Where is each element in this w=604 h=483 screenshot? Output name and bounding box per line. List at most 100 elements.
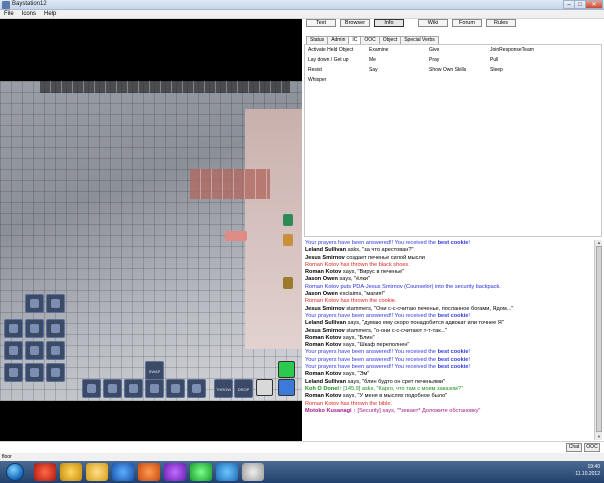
chat-message-part: stammers, "о-они с-с-считают т-т-так..." (344, 327, 448, 334)
station-object[interactable] (225, 231, 247, 241)
chat-message: Roman Kotov says, "Шкаф переполнен" (305, 342, 594, 349)
station-wall-row (40, 81, 290, 93)
chat-scrollbar[interactable]: ▲ ▼ (594, 240, 602, 440)
hud-health-icon[interactable] (278, 379, 295, 396)
chat-message-part: exclaims, "магия!" (337, 291, 386, 298)
chat-message: Your prayers have been answered!! You re… (305, 357, 594, 364)
byond-icon[interactable] (242, 463, 264, 481)
stat-tab-status[interactable]: Status (306, 36, 329, 44)
chat-message-part: says, "ёлки" (337, 276, 371, 283)
chat-mode-button[interactable]: Chat (566, 443, 582, 452)
file-explorer-icon[interactable] (86, 463, 108, 481)
verb-panel: Activate Held Object Examine Give JoinRe… (304, 44, 602, 237)
chat-message-part: Roman Kotov has thrown the bible. (305, 400, 393, 407)
hud-slot-suit[interactable] (46, 319, 65, 338)
chat-message-part: Roman Kotov (305, 269, 342, 276)
utorrent-icon[interactable] (190, 463, 212, 481)
ooc-mode-button[interactable]: OOC (584, 443, 600, 452)
scroll-thumb[interactable] (596, 246, 602, 432)
menu-file[interactable]: File (0, 10, 18, 18)
chat-message: Roman Kotov puts PDA-Jesus Smirnov (Coun… (305, 284, 594, 291)
chat-log[interactable]: Your prayers have been answered!! You re… (304, 240, 594, 440)
verb-examine[interactable]: Examine (369, 47, 388, 53)
hud-intent-button[interactable] (187, 379, 206, 398)
chat-message-part: ! (468, 356, 470, 363)
hud-slot-ears[interactable] (46, 294, 65, 313)
verb-pray[interactable]: Pray (429, 57, 439, 63)
hud-slot-left-hand[interactable] (166, 379, 185, 398)
hud-slot-pocket[interactable] (103, 379, 122, 398)
hud-weapon-icon[interactable] (278, 361, 295, 378)
stat-tab-admin[interactable]: Admin (327, 36, 350, 44)
verb-activate-held-object[interactable]: Activate Held Object (308, 47, 353, 53)
chat-message-part: Jason Owen (305, 291, 338, 298)
tab-info[interactable]: Info (374, 19, 404, 27)
opera-icon[interactable] (34, 463, 56, 481)
system-tray: 19:40 11.10.2012 (575, 464, 600, 478)
verb-me[interactable]: Me (369, 57, 376, 63)
hud-slot-mask[interactable] (4, 319, 23, 338)
window-title: Baystation12 (12, 1, 47, 7)
hud-slot-shoes[interactable] (46, 341, 65, 360)
character-sprite[interactable] (283, 214, 293, 226)
hud-drop-button[interactable]: DROP (234, 379, 253, 398)
chat-message: Your prayers have been answered!! You re… (305, 240, 594, 247)
hud-slot-right-hand[interactable] (145, 379, 164, 398)
status-bar: floor (0, 453, 604, 461)
character-sprite[interactable] (283, 234, 293, 246)
close-button[interactable]: ✕ (585, 0, 603, 9)
hud-slot-belt[interactable] (25, 363, 44, 382)
chat-message-part: Your prayers have been answered!! You re… (305, 312, 438, 319)
chat-message-part: ! (468, 349, 470, 356)
verb-resist[interactable]: Resist (308, 67, 322, 73)
clock-date: 11.10.2012 (575, 471, 600, 477)
verb-pull[interactable]: Pull (490, 57, 498, 63)
hud-internals-icon[interactable] (256, 379, 273, 396)
tab-text[interactable]: Text (306, 19, 336, 27)
verb-show-own-skills[interactable]: Show Own Skills (429, 67, 466, 73)
chat-message: Your prayers have been answered!! You re… (305, 313, 594, 320)
chat-message-part: says, "Шкаф переполнен" (341, 342, 410, 349)
chat-message-part: Jason Owen (305, 276, 338, 283)
chat-message-part: best cookie (437, 364, 469, 371)
chat-message-part: [145.9] asks, "Карго, что там с моим зак… (343, 385, 463, 392)
skype-icon[interactable] (216, 463, 238, 481)
hud-slot-pocket[interactable] (82, 379, 101, 398)
game-launcher-icon[interactable] (164, 463, 186, 481)
start-button[interactable] (6, 463, 24, 481)
chat-message-part: ! (468, 364, 470, 371)
hud-swap-button[interactable]: SWAP (145, 361, 164, 380)
hud-slot-suit-storage[interactable] (124, 379, 143, 398)
media-player-icon[interactable] (138, 463, 160, 481)
hud-slot-uniform[interactable] (25, 341, 44, 360)
verb-join-response-team[interactable]: JoinResponseTeam (490, 47, 534, 53)
hud-slot-head[interactable] (25, 319, 44, 338)
tab-rules[interactable]: Rules (486, 19, 516, 27)
hud-throw-button[interactable]: THROW (214, 379, 233, 398)
game-map-view[interactable]: SWAP THROW DROP (0, 19, 302, 441)
tab-wiki[interactable]: Wiki (418, 19, 448, 27)
stat-tab-special-verbs[interactable]: Special Verbs (400, 36, 439, 44)
stat-tab-object[interactable]: Object (378, 36, 402, 44)
word-icon[interactable] (112, 463, 134, 481)
verb-lay-down[interactable]: Lay down / Get up (308, 57, 349, 63)
verb-whisper[interactable]: Whisper (308, 77, 326, 83)
character-sprite[interactable] (283, 277, 293, 289)
verb-give[interactable]: Give (429, 47, 439, 53)
stat-tab-ooc[interactable]: OOC (360, 36, 380, 44)
verb-say[interactable]: Say (369, 67, 378, 73)
hud-slot-gloves[interactable] (4, 341, 23, 360)
hud-slot-id[interactable] (4, 363, 23, 382)
app-launcher-icon[interactable] (60, 463, 82, 481)
hud-slot-back[interactable] (46, 363, 65, 382)
scroll-down-icon[interactable]: ▼ (596, 434, 602, 440)
tab-forum[interactable]: Forum (452, 19, 482, 27)
tab-browser[interactable]: Browser (340, 19, 370, 27)
verb-sleep[interactable]: Sleep (490, 67, 503, 73)
chat-message-part: Jesus Smirnov (305, 327, 345, 334)
menu-help[interactable]: Help (40, 10, 60, 18)
menu-icons[interactable]: Icons (18, 10, 40, 18)
hud-slot-glasses[interactable] (25, 294, 44, 313)
chat-message-part: Leland Sullivan (305, 247, 347, 254)
title-bar: Baystation12 – □ ✕ (0, 0, 604, 10)
